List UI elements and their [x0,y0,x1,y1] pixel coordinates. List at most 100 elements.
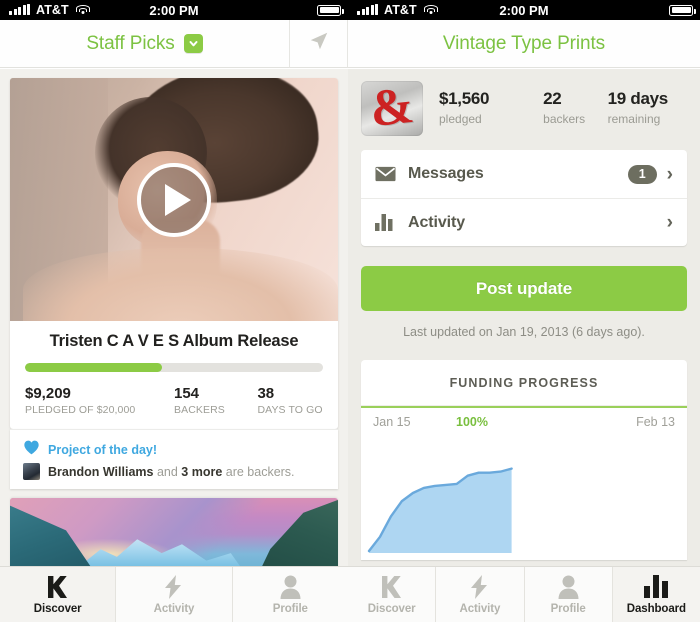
stat-days-to-go: 38 DAYS TO GO [257,385,323,416]
photo-shoulders [23,248,338,321]
battery-icon [317,4,344,16]
nav-bar-right: Vintage Type Prints [348,20,700,68]
dashboard-menu: Messages 1 › Activity › [361,150,687,246]
chart-area-fill [369,468,512,553]
tab-profile-left[interactable]: Profile [233,567,348,622]
backer-name: Brandon Williams [48,464,154,479]
stat-label: BACKERS [174,404,225,416]
stat-value: $9,209 [25,385,71,402]
nav-title-project: Vintage Type Prints [442,32,606,54]
navigation-arrow-icon[interactable] [308,30,330,57]
envelope-icon [375,166,399,182]
post-update-button[interactable]: Post update [361,266,687,311]
backers-suffix: are backers. [222,464,295,479]
right-app-content: & $1,560 pledged 22 backers 19 days rema… [348,69,700,566]
project-card[interactable]: Tristen C A V E S Album Release $9,209 P… [10,78,338,429]
next-project-card-image[interactable] [10,498,338,566]
stat-value: $1,560 [439,89,490,108]
battery-icon [669,4,696,16]
chart-plot-area: Jan 15 100% Feb 13 [361,406,687,553]
menu-item-messages[interactable]: Messages 1 › [361,150,687,198]
nav-bar-left: Staff Picks [0,20,290,68]
tab-label: Profile [550,602,586,615]
lightning-bolt-icon [471,574,488,599]
play-triangle [164,183,191,216]
kickstarter-k-icon [46,575,69,599]
chevron-right-icon: › [666,212,673,233]
bar-chart-icon [375,214,399,231]
thumbnail-glyph: & [367,81,417,136]
funding-progress-fill [25,363,163,372]
backers-row[interactable]: Brandon Williams and 3 more are backers. [23,463,325,480]
stat-pledged: $1,560 pledged [439,89,543,126]
stat-value: 154 [174,385,200,402]
stat-label: remaining [607,112,661,126]
tab-label: Discover [33,602,82,615]
stat-pledged: $9,209 PLEDGED OF $20,000 [25,385,174,416]
screenshot-root: AT&T 2:00 PM AT&T 2:00 PM Staff Picks Vi… [0,0,700,622]
last-updated-label: Last updated on Jan 19, 2013 (6 days ago… [403,325,645,339]
tab-bar-left: Discover Activity Profile [0,566,348,622]
project-of-the-day-row[interactable]: Project of the day! [23,440,325,460]
stat-label: pledged [439,112,482,126]
stat-label: backers [543,112,586,126]
bar-chart-icon [644,575,669,599]
stat-value: 38 [257,385,275,402]
nav-title-staff-picks[interactable]: Staff Picks [86,33,174,55]
backers-text: Brandon Williams and 3 more are backers. [48,465,295,479]
backers-connector: and [153,464,182,479]
project-card-body: Tristen C A V E S Album Release $9,209 P… [10,321,338,429]
stat-backers: 22 backers [543,89,607,126]
funding-progress-chart-card: FUNDING PROGRESS Jan 15 100% Feb 13 [361,360,687,560]
tab-bar-right: Discover Activity Profile Dashboard [348,566,700,622]
chevron-right-icon: › [666,163,673,185]
tab-activity-right[interactable]: Activity [436,567,525,622]
panel-divider [290,20,348,68]
funding-progress-bar [25,363,323,372]
heart-icon [23,440,40,460]
project-meta: Project of the day! Brandon Williams and… [10,429,338,489]
tab-label: Profile [272,602,308,615]
tab-label: Activity [153,602,195,615]
project-summary: & $1,560 pledged 22 backers 19 days rema… [348,69,700,136]
stat-label: PLEDGED OF $20,000 [25,404,136,416]
play-icon[interactable] [137,162,211,237]
tab-dashboard-right[interactable]: Dashboard [612,567,700,622]
project-video-thumbnail[interactable] [10,78,338,321]
person-icon [558,575,579,599]
project-title: Tristen C A V E S Album Release [49,332,299,350]
kickstarter-k-icon [380,575,403,599]
tab-label: Activity [459,602,501,615]
tab-label: Dashboard [626,602,686,615]
person-icon [280,575,301,599]
project-stats: $9,209 PLEDGED OF $20,000 154 BACKERS 38… [22,385,326,416]
tab-discover-left[interactable]: Discover [0,567,117,622]
avatar-icon [23,463,40,480]
menu-item-activity[interactable]: Activity › [361,198,687,246]
funding-area-chart [367,467,513,553]
stat-label: DAYS TO GO [257,404,323,416]
menu-label: Activity [408,213,465,231]
chevron-down-icon[interactable] [183,34,203,53]
left-app-content: Tristen C A V E S Album Release $9,209 P… [0,69,348,566]
backers-more: 3 more [181,464,223,479]
clock-right: 2:00 PM [499,2,549,18]
lightning-bolt-icon [165,574,182,599]
tab-discover-right[interactable]: Discover [348,567,437,622]
project-of-the-day-label: Project of the day! [48,443,158,457]
tab-activity-left[interactable]: Activity [116,567,233,622]
tab-label: Discover [367,602,416,615]
stat-value: 19 days [607,89,669,108]
status-bar-left: AT&T 2:00 PM [0,0,348,20]
clock-left: 2:00 PM [149,2,199,18]
chart-title: FUNDING PROGRESS [361,360,687,406]
messages-badge: 1 [627,164,657,184]
stat-backers: 154 BACKERS [174,385,257,416]
stat-remaining: 19 days remaining [608,89,687,126]
tab-profile-right[interactable]: Profile [525,567,613,622]
status-bar-right: AT&T 2:00 PM [348,0,700,20]
project-summary-stats: $1,560 pledged 22 backers 19 days remain… [439,81,687,126]
stat-value: 22 [543,89,562,108]
ampersand-print-thumbnail[interactable]: & [361,81,423,136]
menu-label: Messages [408,165,484,182]
